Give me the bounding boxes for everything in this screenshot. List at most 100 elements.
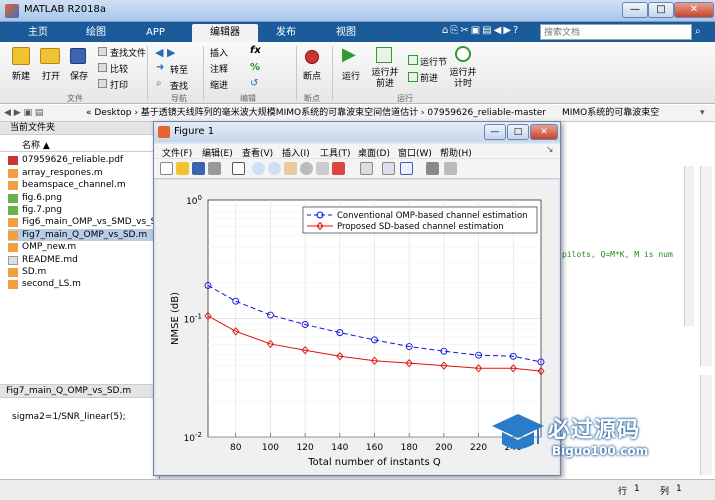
advance-icon[interactable]	[408, 72, 418, 82]
editor-pane[interactable]: pilots, Q=M*K, M is num	[560, 122, 715, 370]
current-path[interactable]: « Desktop › 基于透镜天线阵列的毫米波大规模MIMO系统的可靠波束空间…	[86, 105, 546, 122]
menu-window[interactable]: 窗口(W)	[398, 146, 432, 159]
legend[interactable]: Conventional OMP-based channel estimatio…	[302, 206, 538, 234]
quick-access-toolbar[interactable]: ⌂⎘✂▣▤◀▶?	[442, 25, 520, 39]
file-item[interactable]: README.md	[8, 254, 158, 266]
menu-tools[interactable]: 工具(T)	[320, 146, 351, 159]
command-scrollbar[interactable]	[700, 375, 712, 475]
menu-edit[interactable]: 编辑(E)	[202, 146, 233, 159]
run-advance-button[interactable]: 运行并 前进	[370, 68, 400, 90]
run-icon[interactable]: ▶	[342, 46, 356, 64]
zoom-in-icon[interactable]	[252, 162, 265, 175]
nav-arrows-icon[interactable]: ◀ ▶ ▣ ▤	[4, 105, 43, 122]
file-item[interactable]: second_LS.m	[8, 278, 158, 290]
run-and-time-button[interactable]: 运行并 计时	[448, 68, 478, 90]
dock-arrow-icon[interactable]: ↘	[546, 145, 554, 155]
back-forward-icon[interactable]: ◀ ▶	[155, 46, 175, 59]
pan-icon[interactable]	[284, 162, 297, 175]
run-and-time-icon[interactable]	[455, 46, 471, 62]
vertical-scrollbar[interactable]	[700, 166, 712, 366]
insert-button[interactable]: 插入	[210, 46, 228, 59]
advance-button[interactable]: 前进	[420, 71, 438, 84]
name-column-header[interactable]: 名称 ▲	[22, 138, 50, 151]
figure-minimize-button[interactable]: —	[484, 124, 506, 140]
file-item[interactable]: beamspace_channel.m	[8, 179, 158, 191]
save-icon[interactable]	[70, 48, 86, 64]
refresh-icon[interactable]: ↺	[250, 78, 258, 89]
rotate-icon[interactable]	[300, 162, 313, 175]
editor-scrollbar[interactable]	[684, 166, 694, 326]
fx-icon[interactable]: fx	[250, 45, 261, 56]
find-files-icon[interactable]	[98, 47, 107, 56]
open-button[interactable]: 打开	[38, 69, 64, 82]
menu-file[interactable]: 文件(F)	[162, 146, 192, 159]
print-button[interactable]: 打印	[110, 78, 128, 91]
link-plot-icon[interactable]	[360, 162, 373, 175]
save-button[interactable]: 保存	[66, 69, 92, 82]
run-advance-icon[interactable]	[376, 47, 392, 63]
compare-button[interactable]: 比较	[110, 62, 128, 75]
new-button[interactable]: 新建	[8, 69, 34, 82]
open-folder-icon[interactable]	[40, 48, 60, 64]
goto-button[interactable]: 转至	[170, 63, 188, 76]
find-icon[interactable]: ⌕	[156, 78, 162, 89]
tab-apps[interactable]: APP	[128, 24, 183, 42]
tab-plots[interactable]: 绘图	[68, 24, 124, 42]
watermark-text: 必过源码	[548, 418, 641, 443]
details-header[interactable]: Fig7_main_Q_OMP_vs_SD.m	[0, 384, 160, 398]
file-item[interactable]: SD.m	[8, 266, 158, 278]
save-icon[interactable]	[192, 162, 205, 175]
data-cursor-icon[interactable]	[316, 162, 329, 175]
indent-button[interactable]: 缩进	[210, 78, 228, 91]
address-bar[interactable]: ◀ ▶ ▣ ▤ « Desktop › 基于透镜天线阵列的毫米波大规模MIMO系…	[0, 105, 715, 122]
print-icon[interactable]	[98, 79, 107, 88]
tab-publish[interactable]: 发布	[258, 24, 314, 42]
pointer-icon[interactable]	[232, 162, 245, 175]
file-item-selected[interactable]: Fig7_main_Q_OMP_vs_SD.m	[8, 229, 158, 241]
y-tick-label: 100	[186, 194, 202, 207]
maximize-button[interactable]: □	[648, 2, 674, 18]
file-item[interactable]: OMP_new.m	[8, 241, 158, 253]
menu-help[interactable]: 帮助(H)	[440, 146, 472, 159]
menu-insert[interactable]: 插入(I)	[282, 146, 310, 159]
run-section-icon[interactable]	[408, 55, 418, 65]
run-section-button[interactable]: 运行节	[420, 55, 447, 68]
find-files-button[interactable]: 查找文件	[110, 46, 146, 59]
breakpoints-button[interactable]: 断点	[298, 69, 326, 82]
close-button[interactable]: ✕	[674, 2, 714, 18]
figure-maximize-button[interactable]: □	[507, 124, 529, 140]
goto-icon[interactable]: ➜	[156, 62, 164, 73]
tab-view[interactable]: 视图	[318, 24, 374, 42]
dock-icon[interactable]	[444, 162, 457, 175]
comment-button[interactable]: 注释	[210, 62, 228, 75]
new-file-icon[interactable]	[12, 47, 30, 65]
hide-tools-icon[interactable]	[426, 162, 439, 175]
percent-comment-icon[interactable]: %	[250, 62, 260, 73]
file-item[interactable]: array_respones.m	[8, 167, 158, 179]
menu-desktop[interactable]: 桌面(D)	[358, 146, 390, 159]
chevron-down-icon[interactable]: ▾	[700, 105, 705, 122]
open-icon[interactable]	[176, 162, 189, 175]
search-icon[interactable]: ⌕	[695, 26, 707, 38]
print-icon[interactable]	[208, 162, 221, 175]
file-item[interactable]: fig.7.png	[8, 204, 158, 216]
brush-icon[interactable]	[332, 162, 345, 175]
legend-icon[interactable]	[400, 162, 413, 175]
tab-editor[interactable]: 编辑器	[192, 24, 258, 42]
title-bar: MATLAB R2018a — □ ✕	[0, 0, 715, 22]
figure-close-button[interactable]: ✕	[530, 124, 558, 140]
file-item[interactable]: 07959626_reliable.pdf	[8, 154, 158, 166]
find-button[interactable]: 查找	[170, 79, 188, 92]
compare-icon[interactable]	[98, 63, 107, 72]
breakpoint-icon[interactable]	[305, 50, 319, 64]
menu-view[interactable]: 查看(V)	[242, 146, 273, 159]
file-item[interactable]: Fig6_main_OMP_vs_SMD_vs_S	[8, 216, 158, 228]
colorbar-icon[interactable]	[382, 162, 395, 175]
minimize-button[interactable]: —	[622, 2, 648, 18]
zoom-out-icon[interactable]	[268, 162, 281, 175]
search-docs-input[interactable]	[540, 24, 692, 40]
new-figure-icon[interactable]	[160, 162, 173, 175]
file-item[interactable]: fig.6.png	[8, 192, 158, 204]
run-button[interactable]: 运行	[338, 69, 364, 82]
tab-home[interactable]: 主页	[10, 24, 66, 42]
